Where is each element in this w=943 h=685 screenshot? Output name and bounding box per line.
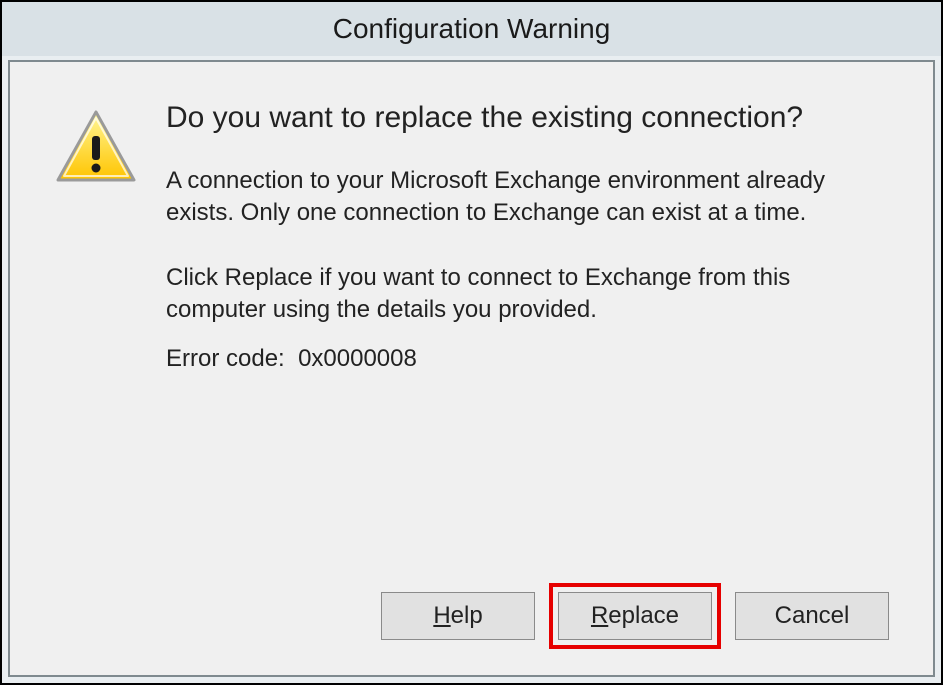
spacer [54, 373, 889, 583]
text-column: Do you want to replace the existing conn… [166, 98, 889, 373]
error-label: Error code: [166, 345, 285, 372]
button-row: Help Replace Cancel [54, 583, 889, 651]
message-row: Do you want to replace the existing conn… [54, 98, 889, 373]
icon-column [54, 98, 138, 191]
cancel-button[interactable]: Cancel [735, 592, 889, 640]
dialog-window: Configuration Warning [0, 0, 943, 685]
error-code-line: Error code: 0x0000008 [166, 345, 889, 373]
warning-icon [54, 108, 138, 186]
help-button[interactable]: Help [381, 592, 535, 640]
help-button-accel: H [433, 602, 450, 629]
body-paragraph-2: Click Replace if you want to connect to … [166, 262, 889, 327]
dialog-titlebar: Configuration Warning [2, 2, 941, 56]
body-paragraph-1: A connection to your Microsoft Exchange … [166, 165, 889, 230]
help-button-text: elp [451, 602, 483, 629]
replace-button[interactable]: Replace [558, 592, 712, 640]
main-instruction: Do you want to replace the existing conn… [166, 98, 889, 137]
replace-highlight: Replace [549, 583, 721, 649]
error-code: 0x0000008 [298, 345, 417, 372]
replace-button-text: eplace [608, 602, 679, 629]
replace-button-accel: R [591, 602, 608, 629]
cancel-button-text: Cancel [775, 602, 850, 630]
dialog-content: Do you want to replace the existing conn… [8, 60, 935, 677]
dialog-title: Configuration Warning [333, 13, 611, 45]
